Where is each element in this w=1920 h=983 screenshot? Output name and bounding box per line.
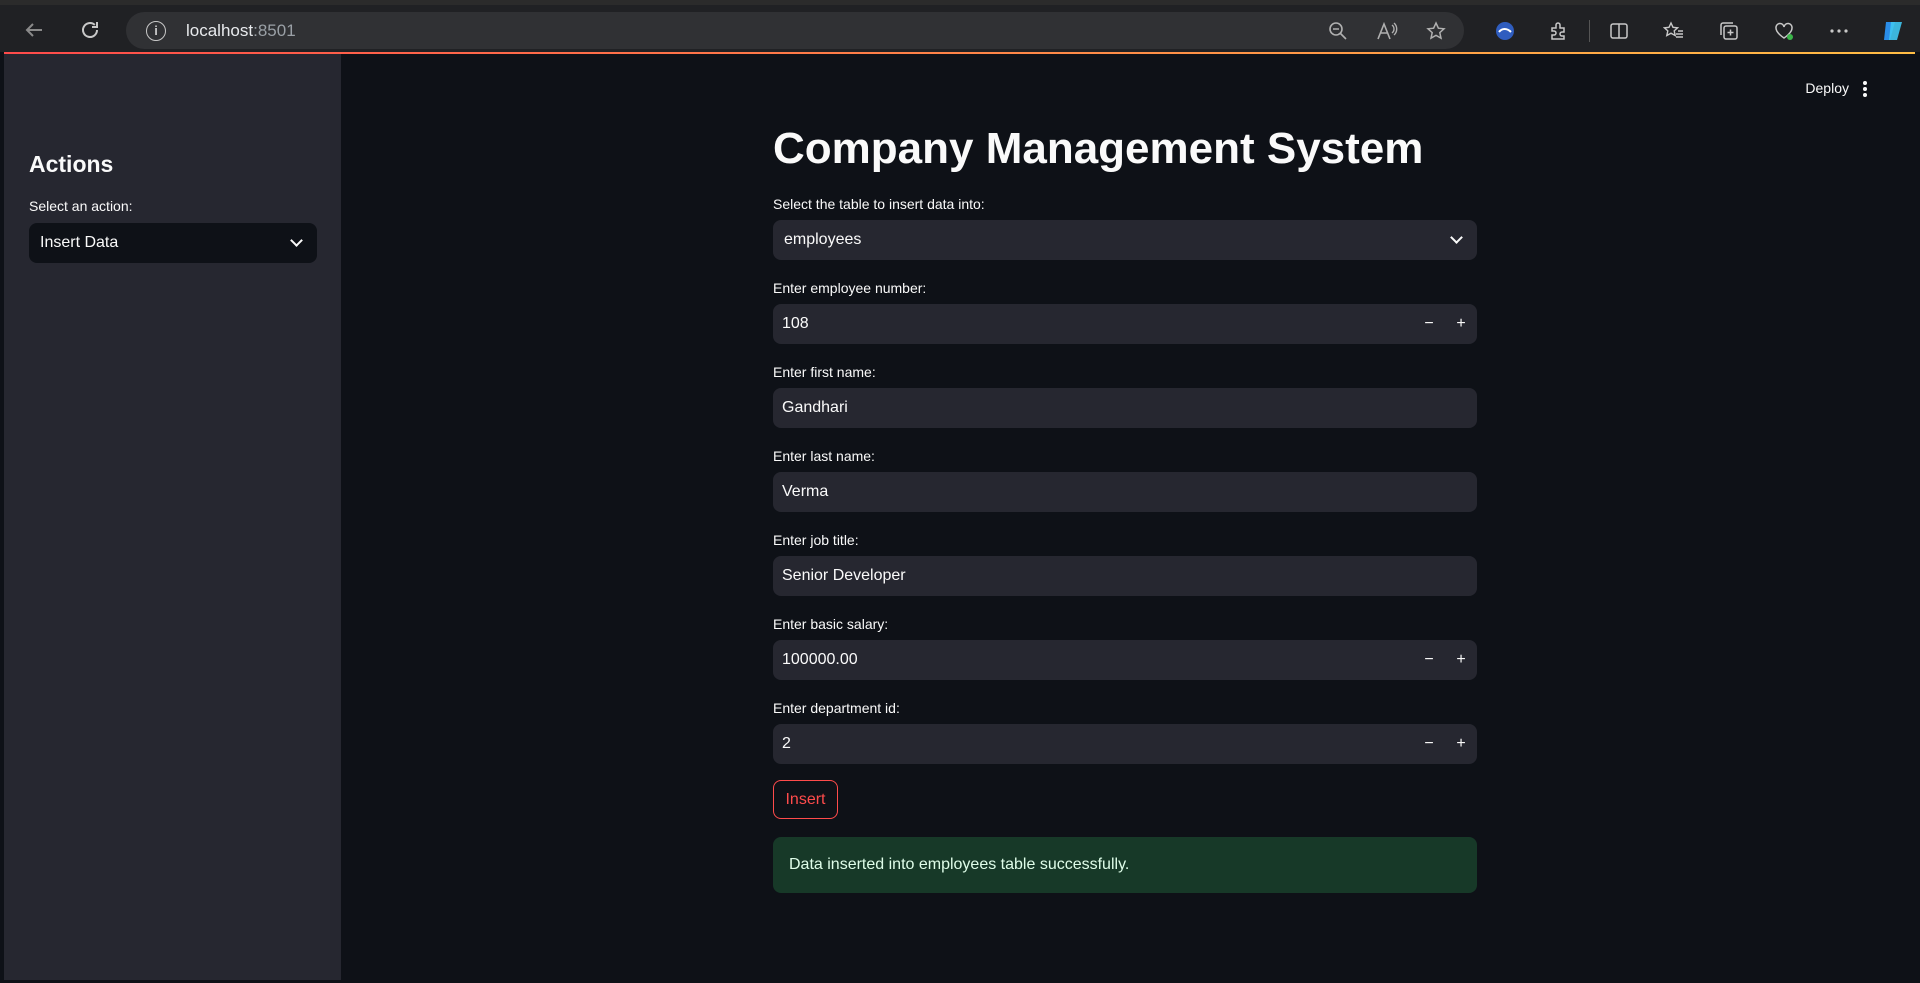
increment-button[interactable]: + (1447, 310, 1475, 338)
collections-icon[interactable] (1715, 17, 1743, 45)
first-name-value: Gandhari (782, 399, 848, 416)
chevron-down-icon (1450, 231, 1463, 244)
department-id-value: 2 (782, 735, 791, 752)
basic-salary-label: Enter basic salary: (773, 616, 889, 632)
main-menu-icon[interactable] (1855, 79, 1875, 99)
streamlit-app: Actions Select an action: Insert Data De… (4, 54, 1915, 980)
increment-button[interactable]: + (1447, 730, 1475, 758)
last-name-label: Enter last name: (773, 448, 875, 464)
favorite-star-icon[interactable] (1426, 21, 1446, 47)
last-name-input[interactable]: Verma (773, 472, 1477, 512)
job-title-input[interactable]: Senior Developer (773, 556, 1477, 596)
browser-essentials-heart-icon[interactable] (1770, 17, 1798, 45)
table-select-value: employees (784, 231, 862, 248)
first-name-label: Enter first name: (773, 364, 876, 380)
success-alert: Data inserted into employees table succe… (773, 837, 1477, 893)
favorites-list-icon[interactable] (1660, 17, 1688, 45)
deploy-button[interactable]: Deploy (1805, 80, 1849, 96)
department-id-input[interactable]: 2 − + (773, 724, 1477, 764)
table-select-label: Select the table to insert data into: (773, 196, 985, 212)
action-select-label: Select an action: (29, 198, 133, 214)
page-title: Company Management System (773, 124, 1424, 173)
read-aloud-icon[interactable] (1376, 21, 1398, 47)
action-select[interactable]: Insert Data (29, 223, 317, 263)
insert-button[interactable]: Insert (773, 780, 838, 819)
action-select-value: Insert Data (40, 234, 119, 251)
decrement-button[interactable]: − (1415, 646, 1443, 674)
sidebar: Actions Select an action: Insert Data (4, 54, 341, 980)
job-title-label: Enter job title: (773, 532, 859, 548)
sidebar-heading: Actions (29, 151, 114, 177)
employee-number-label: Enter employee number: (773, 280, 927, 296)
reload-icon[interactable] (74, 14, 106, 46)
address-bar[interactable]: i localhost:8501 (126, 12, 1464, 49)
success-message: Data inserted into employees table succe… (789, 856, 1130, 873)
employee-number-input[interactable]: 108 − + (773, 304, 1477, 344)
job-title-value: Senior Developer (782, 567, 906, 584)
url-text: localhost:8501 (186, 21, 296, 40)
basic-salary-value: 100000.00 (782, 651, 858, 668)
decrement-button[interactable]: − (1415, 730, 1443, 758)
back-arrow-icon[interactable] (18, 14, 50, 46)
split-screen-icon[interactable] (1605, 17, 1633, 45)
toolbar-divider (1589, 20, 1590, 42)
extensions-puzzle-icon[interactable] (1545, 17, 1573, 45)
decrement-button[interactable]: − (1415, 310, 1443, 338)
chevron-down-icon (290, 234, 303, 247)
browser-toolbar: i localhost:8501 (0, 0, 1920, 52)
extension-profile-icon[interactable] (1491, 17, 1519, 45)
increment-button[interactable]: + (1447, 646, 1475, 674)
site-info-icon[interactable]: i (146, 21, 166, 41)
employee-number-value: 108 (782, 315, 809, 332)
department-id-label: Enter department id: (773, 700, 900, 716)
copilot-icon[interactable] (1879, 17, 1907, 45)
table-select[interactable]: employees (773, 220, 1477, 260)
zoom-out-icon[interactable] (1328, 21, 1348, 47)
more-options-icon[interactable] (1825, 17, 1853, 45)
last-name-value: Verma (782, 483, 829, 500)
first-name-input[interactable]: Gandhari (773, 388, 1477, 428)
basic-salary-input[interactable]: 100000.00 − + (773, 640, 1477, 680)
